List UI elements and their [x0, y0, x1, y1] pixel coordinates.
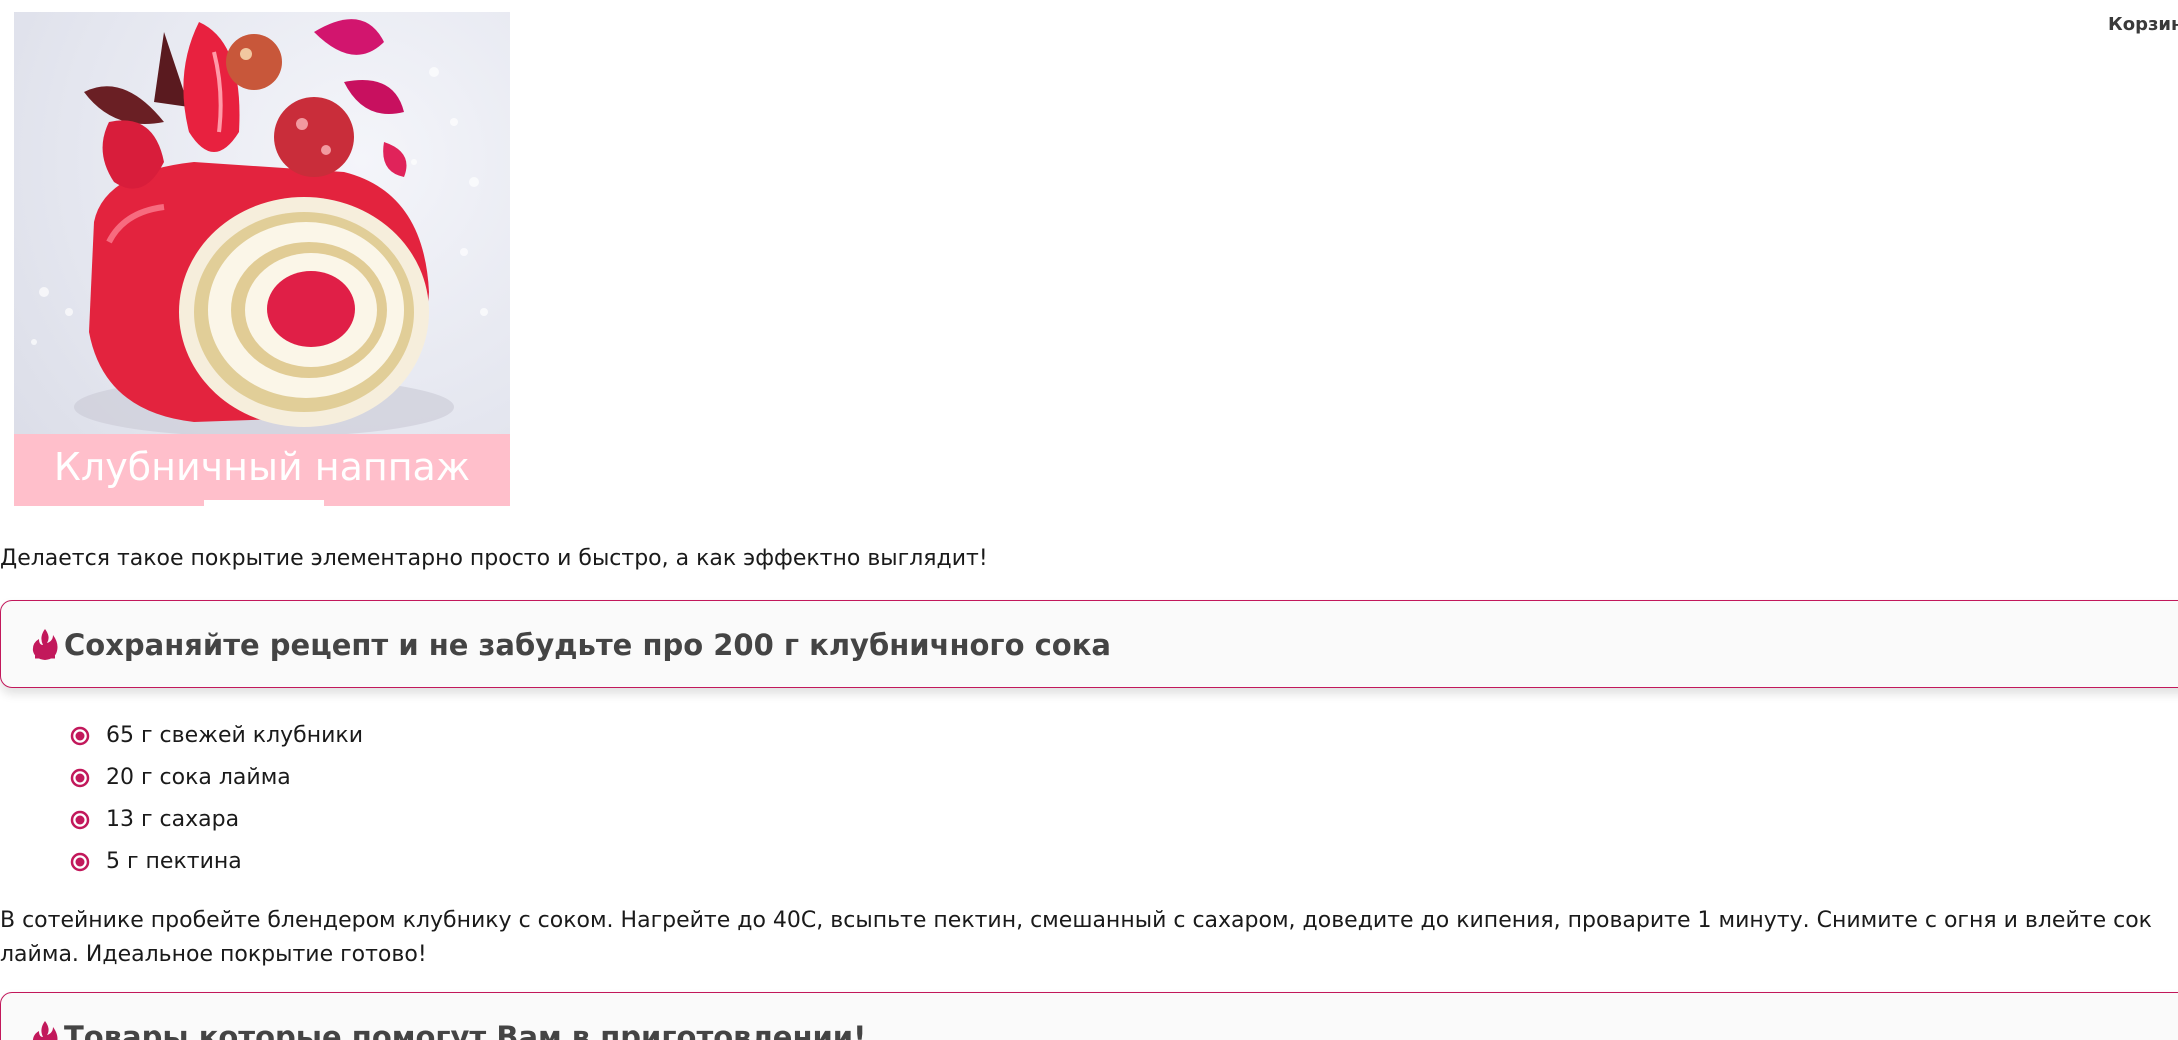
image-caption: Клубничный наппаж	[14, 434, 510, 506]
ingredient-text: 13 г сахара	[106, 807, 240, 832]
page: Корзина	[0, 0, 2178, 1040]
recipe-image: Клубничный наппаж	[14, 12, 510, 506]
bullet-icon	[70, 726, 90, 746]
flame-icon	[32, 1021, 58, 1040]
ingredient-text: 5 г пектина	[106, 849, 242, 874]
instructions-text: В сотейнике пробейте блендером клубнику …	[0, 908, 2152, 967]
intro-text: Делается такое покрытие элементарно прос…	[0, 546, 988, 571]
products-callout: Товары которые помогут Вам в приготовлен…	[0, 992, 2178, 1040]
list-item: 5 г пектина	[70, 844, 363, 886]
bullet-icon	[70, 768, 90, 788]
flame-icon	[32, 629, 58, 660]
ingredient-text: 20 г сока лайма	[106, 765, 291, 790]
save-recipe-heading: Сохраняйте рецепт и не забудьте про 200 …	[64, 628, 1111, 662]
strawberry-roll-photo	[31, 19, 488, 437]
ingredients-list: 65 г свежей клубники 20 г сока лайма 13 …	[70, 718, 363, 886]
bullet-icon	[70, 852, 90, 872]
cart-link[interactable]: Корзина	[2108, 14, 2178, 35]
save-recipe-callout: Сохраняйте рецепт и не забудьте про 200 …	[0, 600, 2178, 688]
bullet-icon	[70, 810, 90, 830]
list-item: 13 г сахара	[70, 802, 363, 844]
ingredient-text: 65 г свежей клубники	[106, 723, 363, 748]
products-heading: Товары которые помогут Вам в приготовлен…	[64, 1020, 867, 1040]
image-caption-text: Клубничный наппаж	[53, 445, 471, 489]
list-item: 20 г сока лайма	[70, 760, 363, 802]
list-item: 65 г свежей клубники	[70, 718, 363, 760]
caption-underline	[204, 500, 324, 506]
